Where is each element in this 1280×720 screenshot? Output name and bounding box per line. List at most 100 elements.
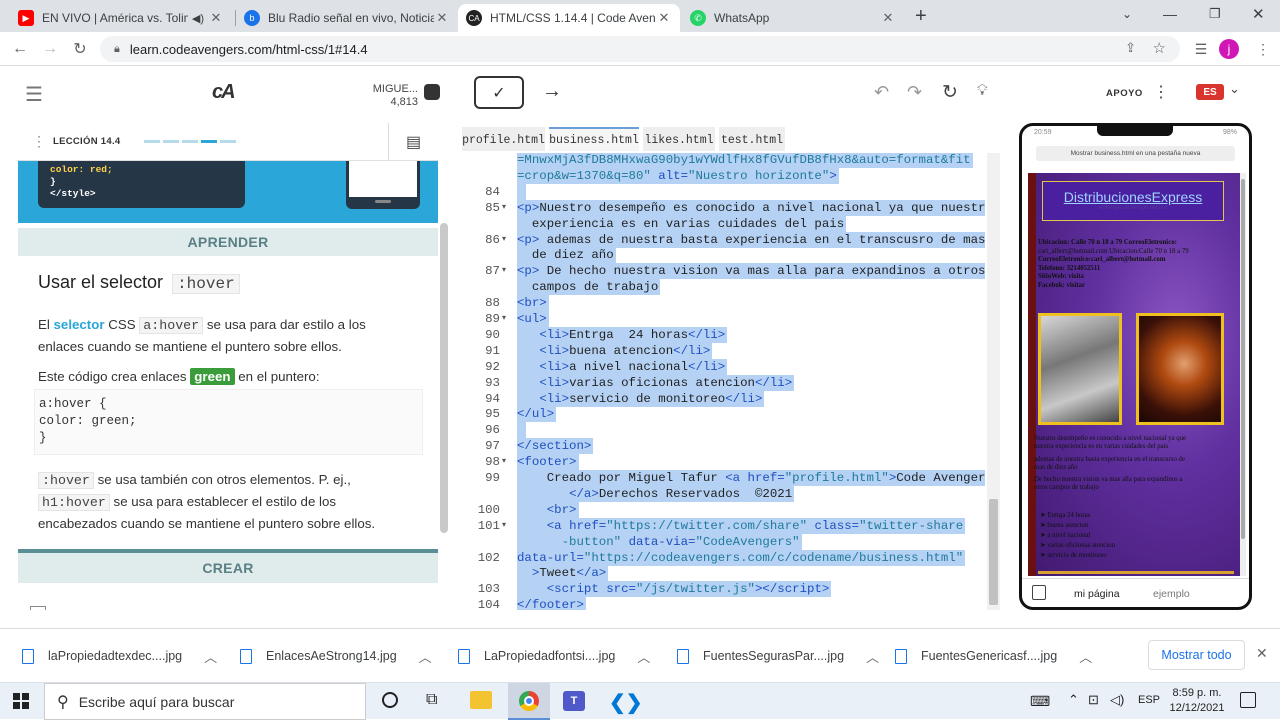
fold-arrow-icon[interactable]: ▾ bbox=[502, 263, 512, 279]
notes-icon[interactable]: ▤ bbox=[388, 123, 438, 161]
code-line[interactable]: de diez año bbox=[460, 247, 985, 264]
teams-icon[interactable]: T bbox=[563, 691, 585, 711]
more-options-icon[interactable]: ⋮ bbox=[1153, 82, 1169, 102]
code-line[interactable]: =crop&w=1370&q=80" alt="Nuestro horizont… bbox=[460, 167, 985, 184]
reading-list-icon[interactable]: ☰ bbox=[1190, 38, 1212, 60]
fold-arrow-icon[interactable]: ▾ bbox=[502, 311, 512, 327]
close-tab-icon[interactable]: ✕ bbox=[208, 10, 224, 26]
code-line[interactable]: </a>Derechos Reservados ©2021 bbox=[460, 485, 985, 502]
code-line[interactable]: 94 <li>servicio de monitoreo</li> bbox=[460, 390, 985, 407]
show-all-downloads-button[interactable]: Mostrar todo bbox=[1148, 640, 1245, 670]
code-line[interactable]: 87 ▾ <p> De hecho nuestra vision va mas al… bbox=[460, 263, 985, 280]
bookmark-star-icon[interactable]: ☆ bbox=[1153, 39, 1166, 57]
code-line[interactable]: 97 </section> bbox=[460, 438, 985, 455]
file-tab-likes[interactable]: likes.html bbox=[643, 127, 715, 151]
code-line[interactable]: 103 <script src="/js/twitter.js"></scrip… bbox=[460, 581, 985, 598]
vscode-icon[interactable]: ❮❯ bbox=[609, 690, 643, 715]
tab-search-icon[interactable]: ⌄ bbox=[1122, 7, 1132, 21]
tab-whatsapp[interactable]: ✆ WhatsApp ✕ bbox=[682, 4, 904, 32]
task-checkbox[interactable] bbox=[30, 606, 46, 610]
code-avengers-logo[interactable]: cA bbox=[212, 81, 236, 104]
clock[interactable]: 8:59 p. m. 12/12/2021 bbox=[1168, 686, 1226, 716]
address-bar[interactable]: 🔒︎ learn.codeavengers.com/html-css/1#14.… bbox=[100, 36, 1180, 62]
editor-scrollbar[interactable] bbox=[987, 153, 1000, 610]
fold-arrow-icon[interactable]: ▾ bbox=[502, 454, 512, 470]
user-avatar-icon[interactable] bbox=[424, 84, 440, 100]
reload-icon[interactable]: ↻ bbox=[69, 38, 91, 60]
fold-arrow-icon[interactable]: ▾ bbox=[502, 200, 512, 216]
next-arrow-icon[interactable]: → bbox=[542, 80, 562, 103]
profile-avatar[interactable]: j bbox=[1219, 39, 1239, 59]
fold-arrow-icon[interactable]: ▾ bbox=[502, 232, 512, 248]
restore-icon[interactable]: ❐ bbox=[1209, 6, 1221, 22]
code-line[interactable]: 100 <br> bbox=[460, 501, 985, 518]
code-line[interactable]: 101 ▾ <a href="https://twitter.com/share"… bbox=[460, 517, 985, 534]
code-line[interactable]: 102 data-url="https://codeavengers.com/c/… bbox=[460, 549, 985, 566]
window-close-icon[interactable]: ✕ bbox=[1252, 5, 1265, 23]
code-line[interactable]: =MnwxMjA3fDB8MHxwaG90by1wYWdlfHx8fGVufDB… bbox=[460, 153, 985, 168]
lesson-menu-icon[interactable]: ⋮ bbox=[32, 133, 46, 150]
close-tab-icon[interactable]: ✕ bbox=[880, 10, 896, 26]
minimize-icon[interactable]: — bbox=[1163, 6, 1177, 22]
code-line[interactable]: 86 ▾ <p> ademas de nuestra basta experienc… bbox=[460, 231, 985, 248]
code-line[interactable]: 98 ▾ <footer> bbox=[460, 454, 985, 471]
download-item[interactable]: FuentesSegurasPar....jpg ︿ bbox=[677, 629, 879, 683]
code-line[interactable]: 88 <br> bbox=[460, 295, 985, 312]
lesson-scrollbar[interactable] bbox=[440, 223, 448, 533]
code-line[interactable]: 85 ▾ <p>Nuestro desempeño es conocido a ni… bbox=[460, 199, 985, 216]
share-icon[interactable]: ⇪ bbox=[1125, 40, 1136, 56]
code-line[interactable]: -button" data-via="CodeAvengers" bbox=[460, 533, 985, 550]
undo-icon[interactable]: ↶ bbox=[874, 82, 889, 103]
taskbar-search[interactable]: ⚲ Escribe aquí para buscar bbox=[44, 683, 366, 720]
task-view-icon[interactable]: ⧉ bbox=[426, 691, 437, 709]
download-item[interactable]: EnlacesAeStrong14.jpg ︿ bbox=[240, 629, 432, 683]
code-line[interactable]: >Tweet</a> bbox=[460, 565, 985, 582]
tray-chevron-icon[interactable]: ⌃ bbox=[1068, 692, 1079, 708]
code-line[interactable]: 90 <li>Entrga 24 horas</li> bbox=[460, 326, 985, 343]
forward-icon[interactable]: → bbox=[39, 38, 61, 60]
chevron-up-icon[interactable]: ︿ bbox=[1079, 647, 1092, 666]
code-line[interactable]: 92 <li>a nivel nacional</li> bbox=[460, 358, 985, 375]
file-tab-profile[interactable]: profile.html bbox=[462, 127, 545, 151]
reset-icon[interactable]: ↻ bbox=[942, 81, 958, 104]
keyboard-icon[interactable]: ⌨ bbox=[1030, 693, 1050, 710]
code-line[interactable]: 91 <li>buena atencion</li> bbox=[460, 342, 985, 359]
tab-ejemplo[interactable]: ejemplo bbox=[1153, 588, 1190, 600]
code-line[interactable]: 96 bbox=[460, 422, 985, 439]
tab-youtube[interactable]: ▶ EN VIVO | América vs. Tolima ◀) ✕ bbox=[10, 4, 232, 32]
redo-icon[interactable]: ↷ bbox=[907, 82, 922, 103]
code-line[interactable]: 93 <li>varias oficionas atencion</li> bbox=[460, 374, 985, 391]
chevron-up-icon[interactable]: ︿ bbox=[637, 647, 650, 666]
code-area[interactable]: =MnwxMjA3fDB8MHxwaG90by1wYWdlfHx8fGVufDB… bbox=[460, 153, 985, 610]
close-tab-icon[interactable]: ✕ bbox=[434, 10, 450, 26]
tab-code-avengers[interactable]: CA HTML/CSS 1.14.4 | Code Avengers ✕ bbox=[458, 4, 680, 32]
input-language[interactable]: ESP bbox=[1138, 694, 1160, 706]
tab-blu-radio[interactable]: b Blu Radio señal en vivo, Noticias ✕ bbox=[236, 4, 458, 32]
code-line[interactable]: 104 </footer> bbox=[460, 597, 985, 610]
preview-scrollbar[interactable] bbox=[1240, 173, 1246, 576]
code-line[interactable]: campos de trabajo bbox=[460, 279, 985, 296]
file-explorer-icon[interactable] bbox=[470, 691, 492, 709]
check-code-button[interactable]: ✓ bbox=[474, 76, 524, 109]
code-line[interactable]: 84 bbox=[460, 183, 985, 200]
chevron-up-icon[interactable]: ︿ bbox=[419, 647, 432, 666]
chrome-menu-icon[interactable]: ⋮ bbox=[1252, 38, 1274, 60]
file-tab-business[interactable]: business.html bbox=[549, 127, 639, 151]
code-line[interactable]: 95 </ul> bbox=[460, 406, 985, 423]
new-tab-icon[interactable]: + bbox=[915, 5, 927, 28]
chevron-up-icon[interactable]: ︿ bbox=[204, 647, 217, 666]
tab-mi-pagina[interactable]: mi página bbox=[1074, 588, 1120, 600]
hamburger-menu-icon[interactable]: ☰ bbox=[25, 82, 43, 107]
support-link[interactable]: APOYO bbox=[1106, 88, 1143, 99]
back-icon[interactable]: ← bbox=[9, 38, 31, 60]
download-item[interactable]: LaPropiedadfontsi....jpg ︿ bbox=[458, 629, 650, 683]
download-item[interactable]: laPropiedadtexdec....jpg ︿ bbox=[22, 629, 217, 683]
selector-link[interactable]: selector bbox=[54, 317, 105, 332]
fold-arrow-icon[interactable]: ▾ bbox=[502, 518, 512, 534]
chevron-up-icon[interactable]: ︿ bbox=[866, 647, 879, 666]
close-tab-icon[interactable]: ✕ bbox=[656, 10, 672, 26]
volume-icon[interactable]: ◁) bbox=[1110, 692, 1124, 708]
chrome-taskbar-button[interactable] bbox=[508, 683, 550, 720]
language-flag[interactable]: ES bbox=[1196, 84, 1224, 100]
open-in-new-tab-button[interactable]: Mostrar business.html en una pestaña nue… bbox=[1036, 146, 1235, 161]
